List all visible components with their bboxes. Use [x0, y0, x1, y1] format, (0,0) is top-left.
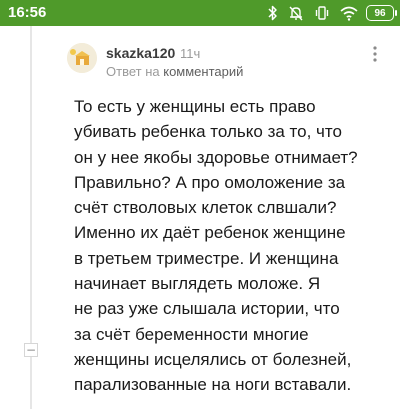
reply-target-link[interactable]: комментарий [163, 64, 243, 79]
comment-line: Правильно? А про омоложение за [74, 172, 346, 192]
thread-rail: − [24, 26, 38, 409]
reply-to-line: Ответ на комментарий [106, 64, 243, 79]
vibrate-icon [315, 6, 329, 20]
comment-line: не раз уже слышала истории, что [74, 299, 340, 319]
more-options-icon[interactable] [372, 44, 378, 64]
comment-line: То есть у женщины есть право [74, 97, 316, 116]
battery-icon: 96 [366, 5, 397, 21]
status-time: 16:56 [8, 4, 47, 21]
comment-line: за счёт беременности многие [74, 324, 309, 344]
comment-line: счёт стволовых клеток слвшали? [74, 198, 337, 218]
comment-author[interactable]: skazka120 [106, 45, 175, 61]
comment-line: парализованные на ноги вставали. [74, 375, 352, 395]
comment-line: убивать ребенка только за то, что [74, 122, 342, 142]
comment-line: начинает выглядеть моложе. Я [74, 274, 321, 294]
comment-time: 11ч [180, 46, 201, 61]
avatar[interactable] [67, 43, 97, 73]
status-bar: 16:56 96 [0, 0, 400, 26]
avatar-image [67, 43, 97, 73]
reply-prefix: Ответ на [106, 64, 160, 79]
comment-body: То есть у женщины есть право убивать реб… [74, 94, 396, 398]
alarm-off-icon [289, 6, 303, 21]
comment-line: в третьем триместре. И женщина [74, 248, 339, 268]
comment-line: женщины исцелялись от болезней, [74, 349, 352, 369]
comment-line: Именно их даёт ребенок женщине [74, 223, 346, 243]
bluetooth-icon [268, 5, 277, 21]
collapse-thread-button[interactable]: − [24, 343, 38, 357]
status-icons: 96 [258, 3, 397, 23]
wifi-icon [340, 6, 358, 21]
comment-line: он у нее якобы здоровье отнимает? [74, 147, 358, 167]
